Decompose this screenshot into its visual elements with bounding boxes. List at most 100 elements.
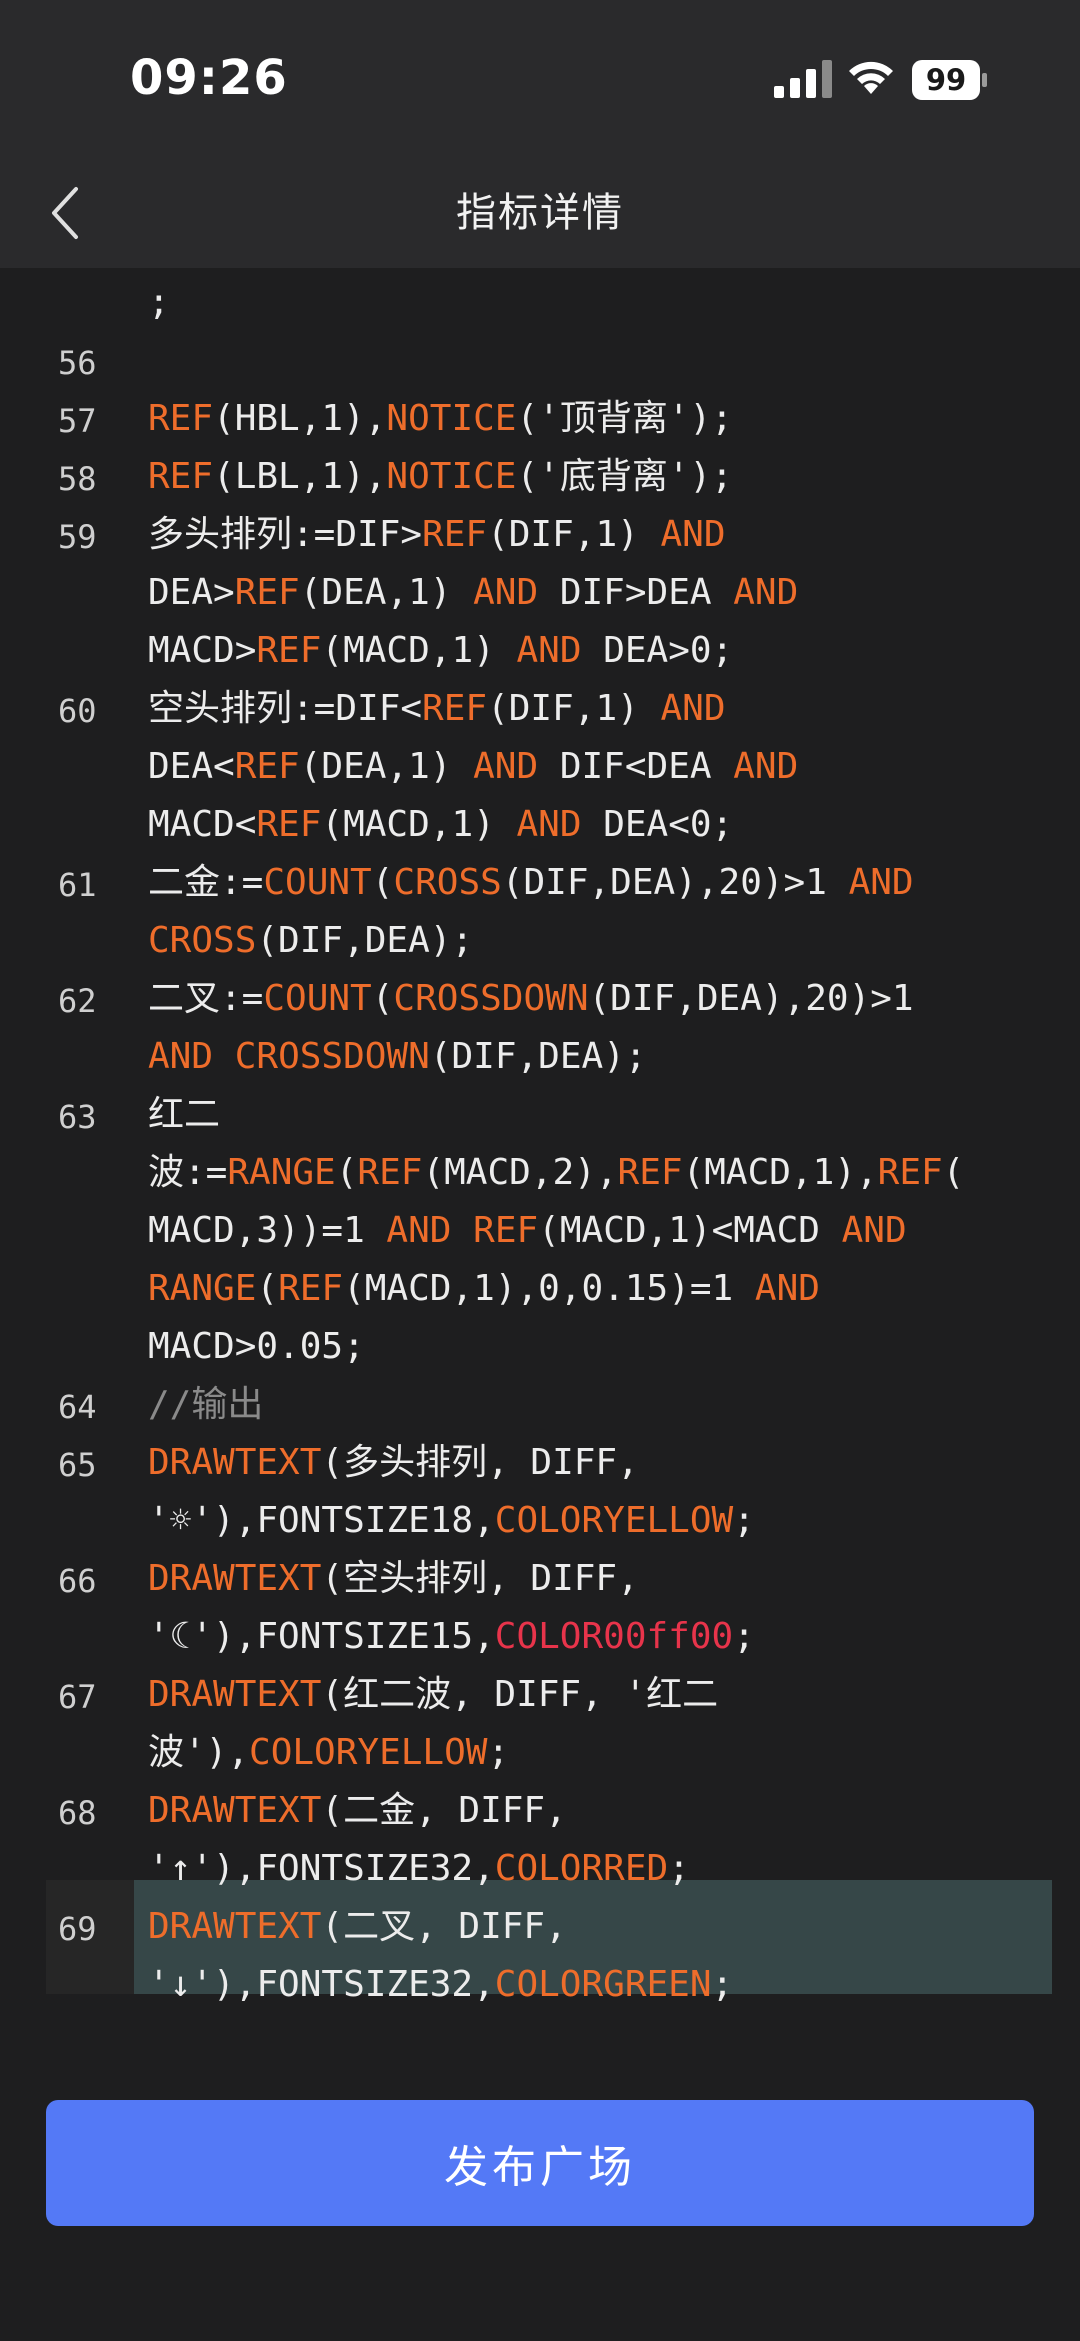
code-token: AND	[516, 804, 582, 845]
code-editor[interactable]: ; 56 57 REF(HBL,1),NOTICE('顶背离'); 58 REF(LBL,…	[18, 268, 1062, 2075]
code-text: 二金:=COUNT(CROSS(DIF,DEA),20)>1 AND	[148, 854, 914, 912]
code-token: DIF>DEA	[538, 572, 734, 613]
code-token: MACD,3))=1	[148, 1210, 387, 1251]
code-line: 67 DRAWTEXT(红二波, DIFF, '红二波'),COLORYELLOW…	[18, 1666, 1062, 1782]
line-number: 67	[58, 1678, 97, 1716]
code-token: COLOR00ff00	[494, 1616, 734, 1657]
code-token: REF	[256, 804, 322, 845]
code-token: COUNT	[263, 862, 372, 903]
code-token: 二叉:=	[148, 978, 264, 1019]
code-line: 66 DRAWTEXT(空头排列, DIFF, '☾'),FONTSIZE15,CO…	[18, 1550, 1062, 1666]
code-token: AND	[148, 1036, 214, 1077]
code-token: (DIF,DEA);	[429, 1036, 647, 1077]
code-line: 69 DRAWTEXT(二叉, DIFF, '↓'),FONTSIZE32,COLO…	[18, 1898, 1062, 2014]
code-token: COLORRED	[494, 1848, 669, 1889]
code-token: REF	[278, 1268, 344, 1309]
code-token: REF	[234, 746, 300, 787]
code-token: ;	[668, 1848, 690, 1889]
code-token: REF	[617, 1152, 683, 1193]
code-token: ;	[733, 1500, 755, 1541]
code-token: (DIF,DEA),20)>1	[501, 862, 849, 903]
code-text: AND CROSSDOWN(DIF,DEA);	[148, 1028, 647, 1086]
code-token: CROSSDOWN	[393, 978, 589, 1019]
code-token: (HBL,1),	[213, 398, 387, 439]
code-token: (MACD,1)	[321, 804, 517, 845]
code-token: DRAWTEXT	[148, 1674, 322, 1715]
line-number: 56	[58, 344, 97, 382]
code-token: 红二	[148, 1094, 221, 1135]
code-token: (MACD,1),	[682, 1152, 878, 1193]
status-time: 09:26	[130, 50, 288, 106]
code-token: //输出	[148, 1384, 264, 1425]
code-token: AND	[660, 514, 726, 555]
code-token: DIF<DEA	[538, 746, 734, 787]
code-token: REF	[422, 688, 488, 729]
code-token: REF	[357, 1152, 423, 1193]
code-token: CROSS	[148, 920, 257, 961]
code-token: DEA<	[148, 746, 235, 787]
code-token: 多头排列:=DIF>	[148, 514, 423, 555]
code-text: 波'),COLORYELLOW;	[148, 1724, 509, 1782]
code-token: (DIF,DEA),20)>1	[588, 978, 914, 1019]
code-token: (DIF,1)	[487, 688, 661, 729]
code-token: NOTICE	[386, 398, 517, 439]
code-token: (红二波, DIFF, '红二	[321, 1674, 719, 1715]
code-token: (MACD,1)	[321, 630, 517, 671]
code-token: DRAWTEXT	[148, 1558, 322, 1599]
code-token: (二金, DIFF,	[321, 1790, 567, 1831]
code-token: '☾'),FONTSIZE15,	[148, 1616, 495, 1657]
code-token: DRAWTEXT	[148, 1906, 322, 1947]
code-token: ;	[733, 1616, 755, 1657]
code-token: COLORGREEN	[494, 1964, 712, 2005]
code-line: 63 红二 波:=RANGE(REF(MACD,2),REF(MACD,1),REF…	[18, 1086, 1062, 1376]
code-token: (空头排列, DIFF,	[321, 1558, 639, 1599]
code-token: NOTICE	[386, 456, 517, 497]
code-line: 60 空头排列:=DIF<REF(DIF,1) AND DEA<REF(DEA,1)…	[18, 680, 1062, 854]
code-token: 波:=	[148, 1152, 228, 1193]
code-line: 56	[18, 332, 1062, 390]
line-number: 60	[58, 692, 97, 730]
code-token: AND	[473, 746, 539, 787]
code-text: CROSS(DIF,DEA);	[148, 912, 473, 970]
code-text: MACD>0.05;	[148, 1318, 365, 1376]
code-text: REF(LBL,1),NOTICE('底背离');	[148, 448, 733, 506]
code-text: ;	[148, 274, 170, 332]
code-line: 58 REF(LBL,1),NOTICE('底背离');	[18, 448, 1062, 506]
code-text: DRAWTEXT(空头排列, DIFF,	[148, 1550, 639, 1608]
code-text: '☼'),FONTSIZE18,COLORYELLOW;	[148, 1492, 755, 1550]
code-text: MACD<REF(MACD,1) AND DEA<0;	[148, 796, 733, 854]
code-line: 65 DRAWTEXT(多头排列, DIFF, '☼'),FONTSIZE18,CO…	[18, 1434, 1062, 1550]
code-token: DEA<0;	[581, 804, 734, 845]
code-token: '☼'),FONTSIZE18,	[148, 1500, 495, 1541]
nav-bar: 指标详情	[0, 158, 1080, 268]
code-token: 空头排列:=DIF<	[148, 688, 423, 729]
code-line: 64 //输出	[18, 1376, 1062, 1434]
code-text: DEA<REF(DEA,1) AND DIF<DEA AND	[148, 738, 798, 796]
code-token: REF	[234, 572, 300, 613]
code-token: AND	[386, 1210, 452, 1251]
line-number: 58	[58, 460, 97, 498]
code-token: REF	[422, 514, 488, 555]
code-token: DEA>0;	[581, 630, 734, 671]
code-token: DRAWTEXT	[148, 1442, 322, 1483]
code-token: CROSS	[393, 862, 502, 903]
code-token: RANGE	[227, 1152, 336, 1193]
code-token: (	[942, 1152, 965, 1193]
code-token: CROSSDOWN	[234, 1036, 430, 1077]
line-number: 61	[58, 866, 97, 904]
code-text: 红二	[148, 1086, 220, 1144]
code-line: 61 二金:=COUNT(CROSS(DIF,DEA),20)>1 AND CROS…	[18, 854, 1062, 970]
code-token: AND	[516, 630, 582, 671]
code-text: DRAWTEXT(二叉, DIFF,	[148, 1898, 567, 1956]
line-number: 64	[58, 1388, 97, 1426]
code-token: (二叉, DIFF,	[321, 1906, 567, 1947]
code-token: ('底背离');	[516, 456, 733, 497]
code-text: DRAWTEXT(多头排列, DIFF,	[148, 1434, 639, 1492]
line-number: 57	[58, 402, 97, 440]
code-token: (	[335, 1152, 358, 1193]
line-number: 59	[58, 518, 97, 556]
code-token: COUNT	[263, 978, 372, 1019]
publish-button[interactable]: 发布广场	[46, 2100, 1034, 2226]
